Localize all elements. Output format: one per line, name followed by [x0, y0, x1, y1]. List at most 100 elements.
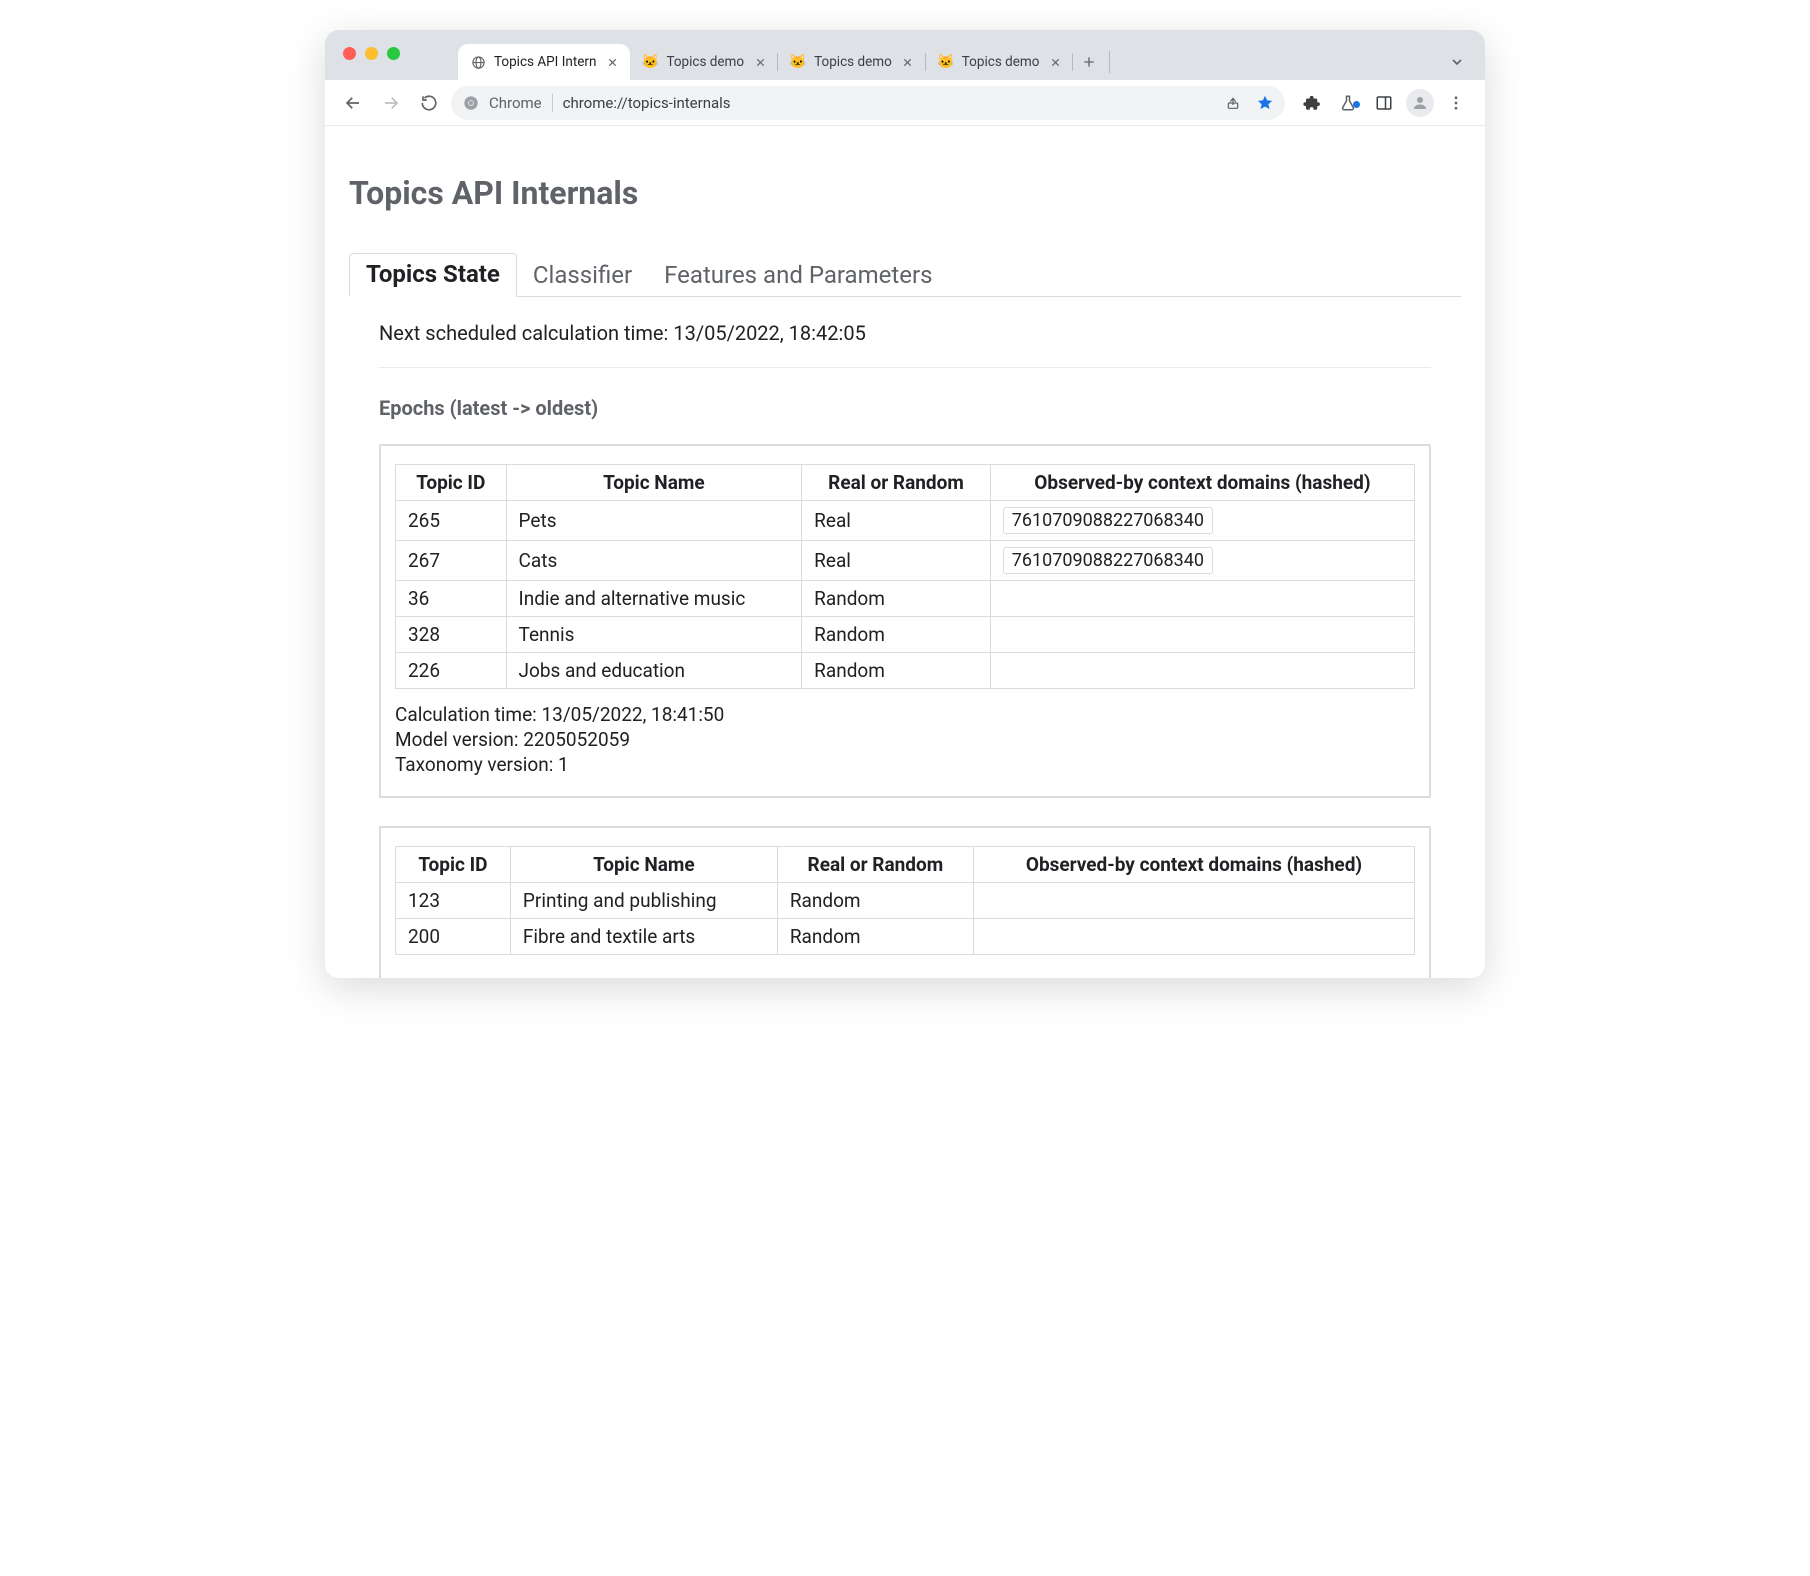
browser-tab[interactable]: 🐱 Topics demo: [926, 44, 1074, 80]
topic-id: 123: [396, 883, 511, 919]
topic-hash-cell: [990, 581, 1414, 617]
share-icon[interactable]: [1219, 89, 1247, 117]
taxonomy-version-line: Taxonomy version: 1: [395, 753, 1415, 776]
browser-tab[interactable]: 🐱 Topics demo: [630, 44, 778, 80]
close-tab-icon[interactable]: [604, 54, 620, 70]
maximize-window-button[interactable]: [387, 47, 400, 60]
topic-id: 200: [396, 919, 511, 955]
close-tab-icon[interactable]: [900, 54, 916, 70]
epochs-heading: Epochs (latest -> oldest): [379, 396, 1431, 420]
topic-kind: Random: [777, 883, 973, 919]
browser-tab-title: Topics demo: [814, 54, 892, 70]
topic-name: Tennis: [506, 617, 802, 653]
table-row: 123Printing and publishingRandom: [396, 883, 1415, 919]
table-header: Topic Name: [510, 847, 777, 883]
table-header: Topic ID: [396, 847, 511, 883]
table-row: 200Fibre and textile artsRandom: [396, 919, 1415, 955]
tab-overflow-button[interactable]: [1441, 46, 1473, 78]
cat-icon: 🐱: [938, 54, 954, 70]
back-button[interactable]: [337, 87, 369, 119]
tab-features-parameters[interactable]: Features and Parameters: [648, 255, 948, 297]
next-calc-value: 13/05/2022, 18:42:05: [673, 321, 865, 345]
divider: [379, 367, 1431, 368]
topic-name: Cats: [506, 541, 802, 581]
new-tab-button[interactable]: [1073, 46, 1105, 78]
topic-id: 328: [396, 617, 507, 653]
omnibox-separator: [552, 94, 553, 112]
topic-hash-cell: 7610709088227068340: [990, 541, 1414, 581]
cat-icon: 🐱: [642, 54, 658, 70]
table-row: 328TennisRandom: [396, 617, 1415, 653]
calc-time-line: Calculation time: 13/05/2022, 18:41:50: [395, 703, 1415, 726]
topic-id: 267: [396, 541, 507, 581]
forward-button[interactable]: [375, 87, 407, 119]
hash-chip: 7610709088227068340: [1003, 507, 1213, 534]
titlebar: Topics API Intern 🐱 Topics demo 🐱 Topics dem…: [325, 30, 1485, 80]
omnibox-actions: [1219, 89, 1279, 117]
table-header: Observed-by context domains (hashed): [990, 465, 1414, 501]
topics-state-section: Next scheduled calculation time: 13/05/2…: [349, 297, 1461, 978]
cat-icon: 🐱: [790, 54, 806, 70]
browser-tab[interactable]: 🐱 Topics demo: [778, 44, 926, 80]
browser-tab-title: Topics demo: [962, 54, 1040, 70]
toolbar: Chrome chrome://topics-internals: [325, 80, 1485, 126]
next-calc-line: Next scheduled calculation time: 13/05/2…: [379, 321, 1431, 345]
tab-topics-state[interactable]: Topics State: [349, 253, 517, 297]
topic-id: 265: [396, 501, 507, 541]
chrome-icon: [463, 95, 479, 111]
hash-chip: 7610709088227068340: [1003, 547, 1213, 574]
topic-name: Pets: [506, 501, 802, 541]
globe-icon: [470, 54, 486, 70]
epoch-box: Topic IDTopic NameReal or RandomObserved…: [379, 444, 1431, 798]
topic-kind: Random: [777, 919, 973, 955]
topic-hash-cell: 7610709088227068340: [990, 501, 1414, 541]
topic-hash-cell: [973, 883, 1414, 919]
page-tabs: Topics State Classifier Features and Par…: [349, 252, 1461, 297]
browser-window: Topics API Intern 🐱 Topics demo 🐱 Topics dem…: [325, 30, 1485, 978]
table-row: 267CatsReal 7610709088227068340: [396, 541, 1415, 581]
table-row: 265PetsReal 7610709088227068340: [396, 501, 1415, 541]
page-content: Topics API Internals Topics State Classi…: [325, 126, 1485, 978]
topics-table: Topic IDTopic NameReal or RandomObserved…: [395, 464, 1415, 689]
browser-tab[interactable]: Topics API Intern: [458, 44, 630, 80]
reload-button[interactable]: [413, 87, 445, 119]
topic-kind: Random: [802, 617, 991, 653]
tab-classifier[interactable]: Classifier: [517, 255, 648, 297]
table-header: Topic Name: [506, 465, 802, 501]
close-tab-icon[interactable]: [752, 54, 768, 70]
extensions-icon[interactable]: [1295, 86, 1329, 120]
minimize-window-button[interactable]: [365, 47, 378, 60]
omnibox[interactable]: Chrome chrome://topics-internals: [451, 86, 1285, 120]
topic-kind: Real: [802, 541, 991, 581]
topic-name: Fibre and textile arts: [510, 919, 777, 955]
toolbar-icons: [1295, 86, 1473, 120]
side-panel-icon[interactable]: [1367, 86, 1401, 120]
menu-icon[interactable]: [1439, 86, 1473, 120]
page-title: Topics API Internals: [349, 174, 1461, 212]
epoch-box: Topic IDTopic NameReal or RandomObserved…: [379, 826, 1431, 978]
table-header: Real or Random: [802, 465, 991, 501]
topic-kind: Random: [802, 581, 991, 617]
topic-kind: Random: [802, 653, 991, 689]
browser-tab-title: Topics API Intern: [494, 54, 596, 70]
close-window-button[interactable]: [343, 47, 356, 60]
omnibox-url: chrome://topics-internals: [563, 94, 1209, 112]
topic-id: 36: [396, 581, 507, 617]
browser-tab-title: Topics demo: [666, 54, 744, 70]
topics-table: Topic IDTopic NameReal or RandomObserved…: [395, 846, 1415, 955]
topic-kind: Real: [802, 501, 991, 541]
labs-icon[interactable]: [1331, 86, 1365, 120]
table-row: 226Jobs and educationRandom: [396, 653, 1415, 689]
topic-name: Printing and publishing: [510, 883, 777, 919]
topic-name: Indie and alternative music: [506, 581, 802, 617]
topic-hash-cell: [973, 919, 1414, 955]
bookmark-star-icon[interactable]: [1251, 89, 1279, 117]
profile-avatar[interactable]: [1403, 86, 1437, 120]
window-controls: [343, 47, 400, 60]
topic-name: Jobs and education: [506, 653, 802, 689]
table-header: Observed-by context domains (hashed): [973, 847, 1414, 883]
table-header: Real or Random: [777, 847, 973, 883]
close-tab-icon[interactable]: [1047, 54, 1063, 70]
topic-id: 226: [396, 653, 507, 689]
table-header: Topic ID: [396, 465, 507, 501]
